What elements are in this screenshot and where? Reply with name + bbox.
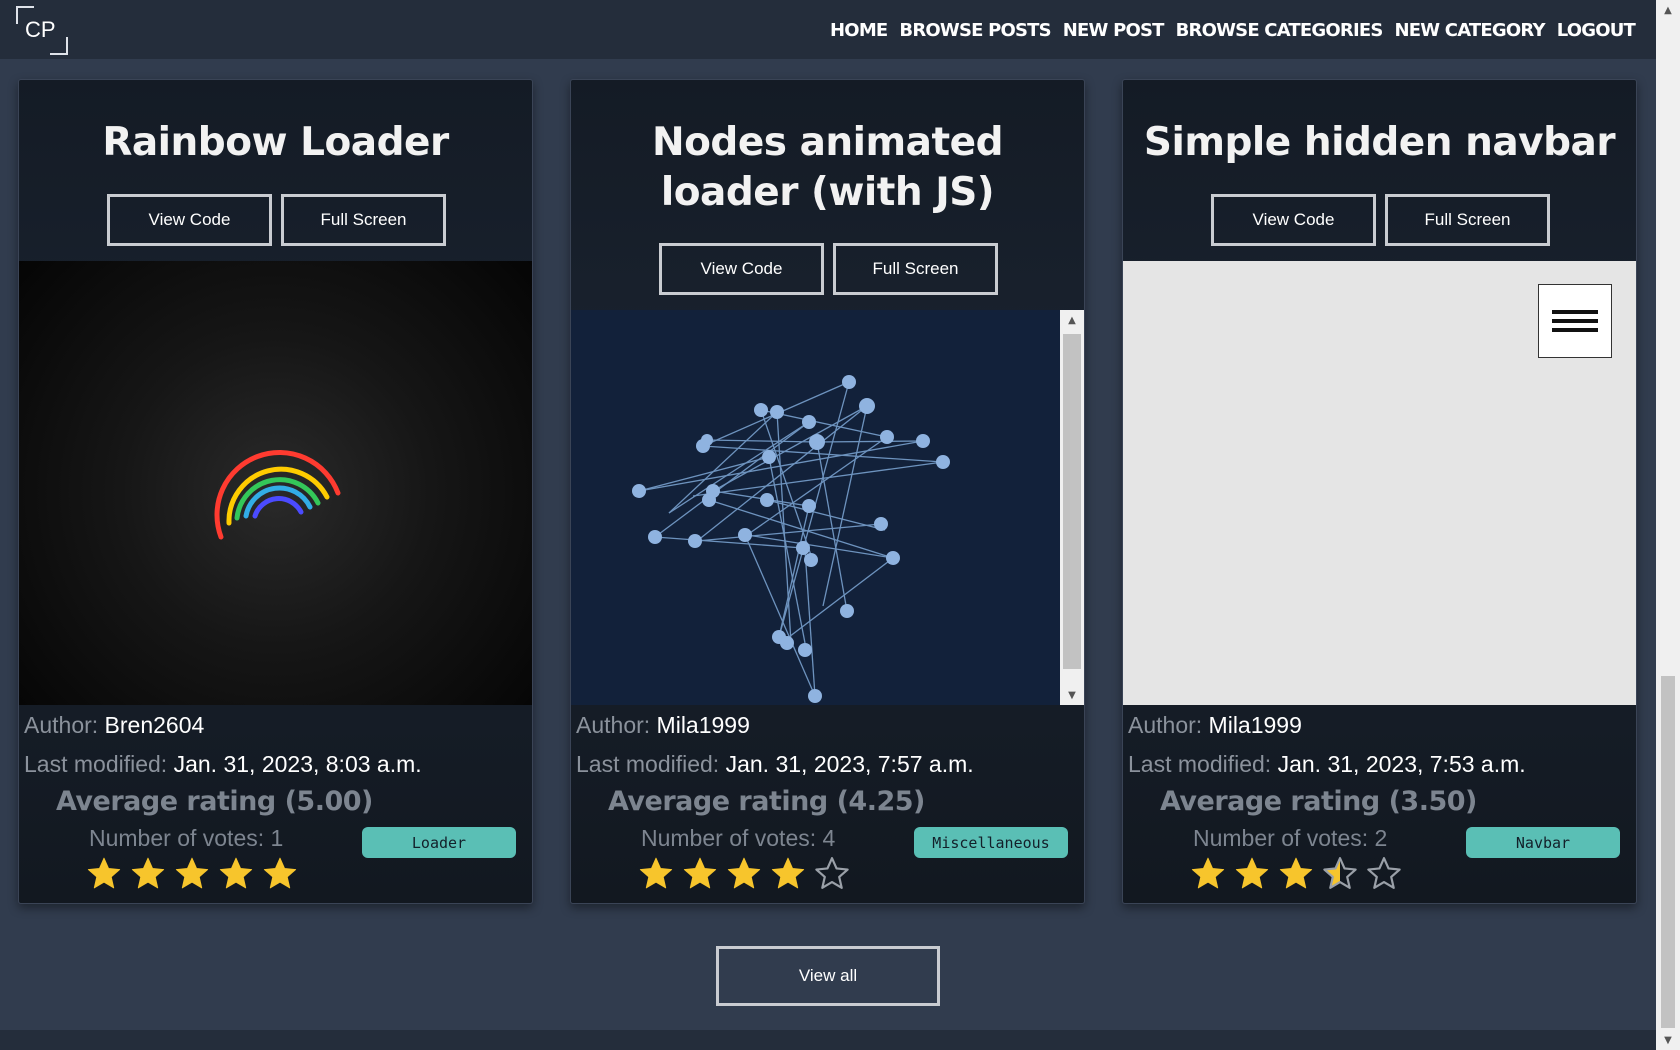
nav-new-category-link[interactable]: NEW CATEGORY [1395, 20, 1546, 41]
author-line: Author: Mila1999 [1128, 712, 1302, 739]
author-label: Author: [1128, 712, 1203, 738]
star-rating[interactable] [85, 855, 299, 891]
post-title: Nodes animated loader (with JS) [651, 120, 1004, 215]
scroll-thumb[interactable] [1063, 334, 1081, 669]
site-logo[interactable]: CP [16, 6, 68, 55]
post-title: Rainbow Loader [102, 120, 449, 165]
top-navbar: CP HOME BROWSE POSTS NEW POST BROWSE CAT… [0, 0, 1656, 59]
author-line: Author: Mila1999 [576, 712, 750, 739]
author-name: Mila1999 [1208, 712, 1302, 738]
post-card-hidden-navbar: Simple hidden navbar View Code Full Scre… [1122, 79, 1637, 904]
post-preview-frame[interactable] [19, 261, 532, 705]
star-rating[interactable] [1189, 855, 1403, 891]
view-code-button[interactable]: View Code [1211, 194, 1376, 246]
post-card-rainbow-loader: Rainbow Loader View Code Full Screen Aut… [18, 79, 533, 904]
vote-count: Number of votes: 2 [1193, 825, 1388, 851]
post-card-nodes-loader: Nodes animated loader (with JS) View Cod… [570, 79, 1085, 904]
nav-links: HOME BROWSE POSTS NEW POST BROWSE CATEGO… [830, 20, 1636, 41]
average-rating: Average rating (4.25) [608, 786, 925, 817]
full-screen-button[interactable]: Full Screen [1385, 194, 1550, 246]
modified-date: Jan. 31, 2023, 7:53 a.m. [1277, 751, 1526, 777]
author-name: Bren2604 [104, 712, 205, 738]
nav-home-link[interactable]: HOME [830, 20, 888, 41]
star-full-icon[interactable] [769, 855, 807, 891]
preview-scrollbar[interactable]: ▲ ▼ [1060, 310, 1084, 705]
nav-browse-categories-link[interactable]: BROWSE CATEGORIES [1176, 20, 1384, 41]
logo-text: CP [25, 17, 56, 42]
star-empty-icon[interactable] [813, 855, 851, 891]
view-code-button[interactable]: View Code [107, 194, 272, 246]
category-badge[interactable]: Miscellaneous [914, 827, 1068, 858]
star-full-icon[interactable] [85, 855, 123, 891]
scroll-down-arrow-icon[interactable]: ▼ [1060, 685, 1084, 705]
author-label: Author: [576, 712, 651, 738]
star-rating[interactable] [637, 855, 851, 891]
nav-new-post-link[interactable]: NEW POST [1063, 20, 1165, 41]
scroll-down-arrow-icon[interactable]: ▼ [1656, 1030, 1680, 1050]
star-half-icon[interactable] [1321, 855, 1359, 891]
rainbow-loader-graphic [214, 450, 341, 540]
star-full-icon[interactable] [217, 855, 255, 891]
author-label: Author: [24, 712, 99, 738]
nav-logout-link[interactable]: LOGOUT [1557, 20, 1636, 41]
star-full-icon[interactable] [1189, 855, 1227, 891]
star-full-icon[interactable] [261, 855, 299, 891]
footer [0, 1030, 1656, 1050]
category-badge[interactable]: Loader [362, 827, 516, 858]
hamburger-menu-icon[interactable] [1538, 284, 1612, 358]
star-full-icon[interactable] [637, 855, 675, 891]
modified-label: Last modified: [576, 751, 720, 777]
category-badge[interactable]: Navbar [1466, 827, 1620, 858]
scroll-up-arrow-icon[interactable]: ▲ [1060, 310, 1084, 330]
author-name: Mila1999 [656, 712, 750, 738]
vote-count: Number of votes: 4 [641, 825, 836, 851]
vote-count: Number of votes: 1 [89, 825, 284, 851]
average-rating: Average rating (3.50) [1160, 786, 1477, 817]
view-code-button[interactable]: View Code [659, 243, 824, 295]
page-scrollbar[interactable]: ▲ ▼ [1656, 0, 1680, 1050]
star-full-icon[interactable] [681, 855, 719, 891]
author-line: Author: Bren2604 [24, 712, 204, 739]
page-scroll-thumb[interactable] [1661, 676, 1675, 1028]
modified-line: Last modified: Jan. 31, 2023, 7:53 a.m. [1128, 751, 1526, 778]
full-screen-button[interactable]: Full Screen [833, 243, 998, 295]
post-preview-frame[interactable] [1123, 261, 1636, 705]
post-title: Simple hidden navbar [1143, 120, 1616, 165]
modified-line: Last modified: Jan. 31, 2023, 8:03 a.m. [24, 751, 422, 778]
modified-line: Last modified: Jan. 31, 2023, 7:57 a.m. [576, 751, 974, 778]
star-full-icon[interactable] [173, 855, 211, 891]
modified-label: Last modified: [1128, 751, 1272, 777]
view-all-button[interactable]: View all [716, 946, 940, 1006]
star-full-icon[interactable] [1233, 855, 1271, 891]
post-preview-frame[interactable]: ▲ ▼ [571, 310, 1084, 705]
star-full-icon[interactable] [129, 855, 167, 891]
rainbow-arc-blue [252, 496, 304, 519]
nodes-network-graphic [632, 375, 950, 703]
modified-date: Jan. 31, 2023, 8:03 a.m. [173, 751, 422, 777]
modified-date: Jan. 31, 2023, 7:57 a.m. [725, 751, 974, 777]
full-screen-button[interactable]: Full Screen [281, 194, 446, 246]
average-rating: Average rating (5.00) [56, 786, 373, 817]
modified-label: Last modified: [24, 751, 168, 777]
star-empty-icon[interactable] [1365, 855, 1403, 891]
star-full-icon[interactable] [1277, 855, 1315, 891]
star-full-icon[interactable] [725, 855, 763, 891]
nav-browse-posts-link[interactable]: BROWSE POSTS [899, 20, 1051, 41]
scroll-up-arrow-icon[interactable]: ▲ [1656, 0, 1680, 20]
